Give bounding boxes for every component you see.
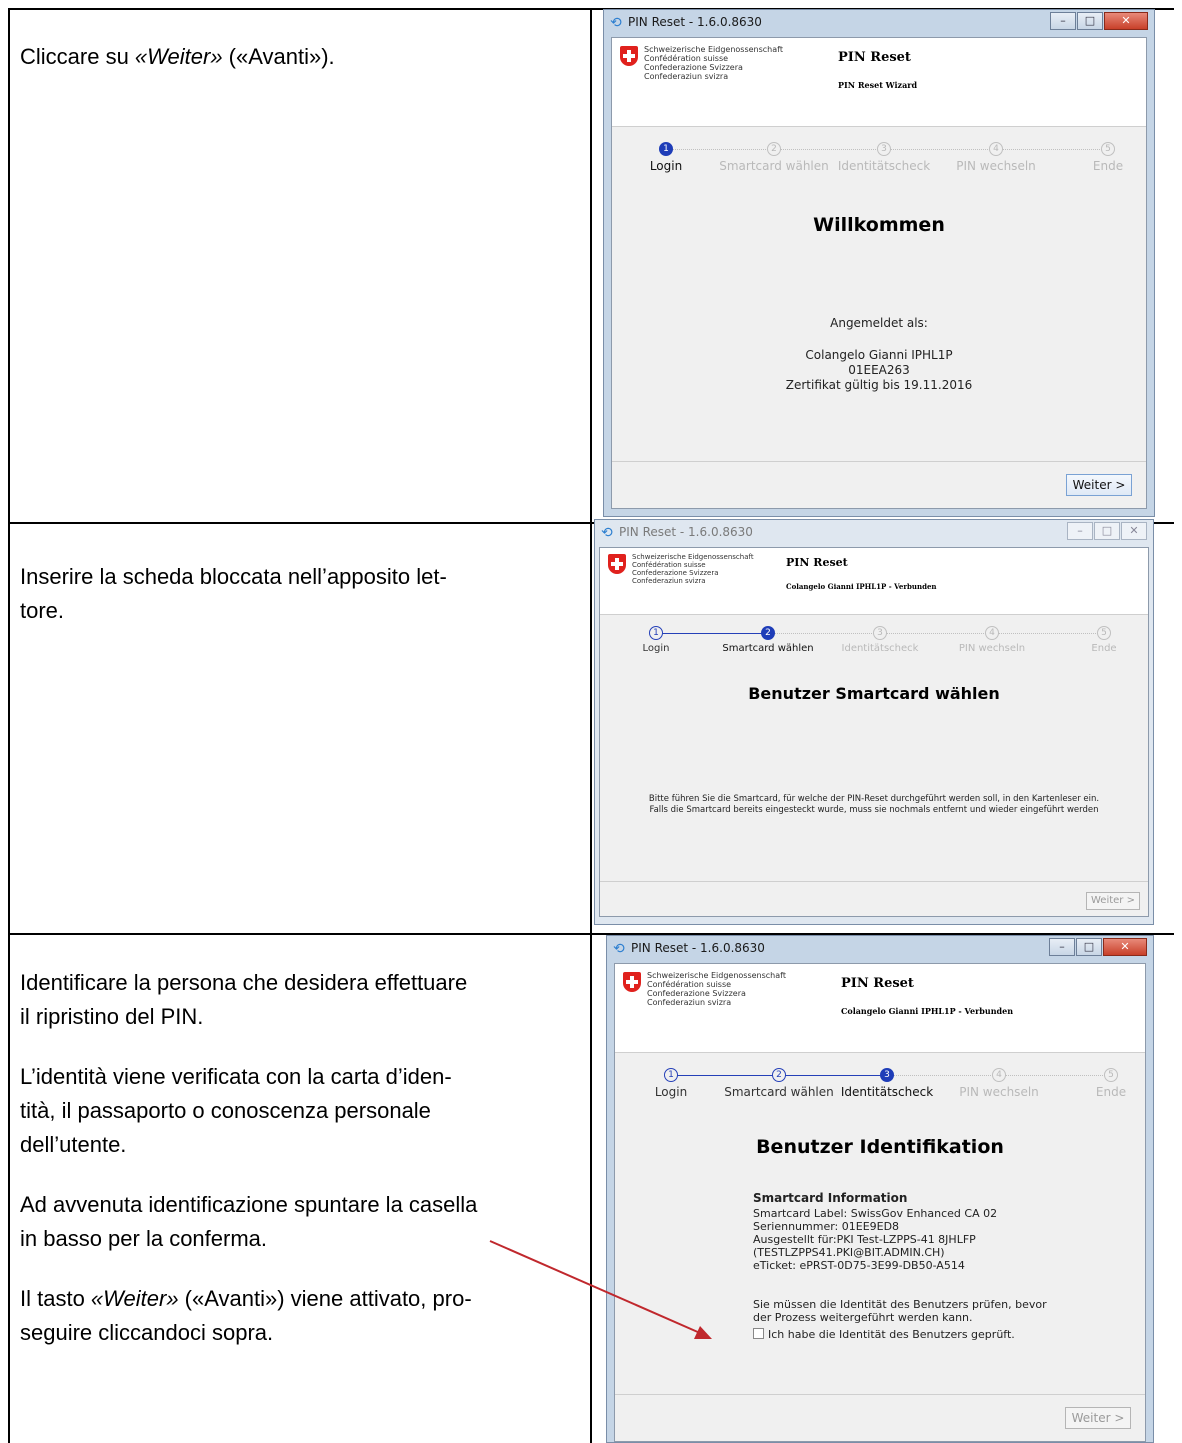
annotation-arrow xyxy=(489,1240,712,1339)
